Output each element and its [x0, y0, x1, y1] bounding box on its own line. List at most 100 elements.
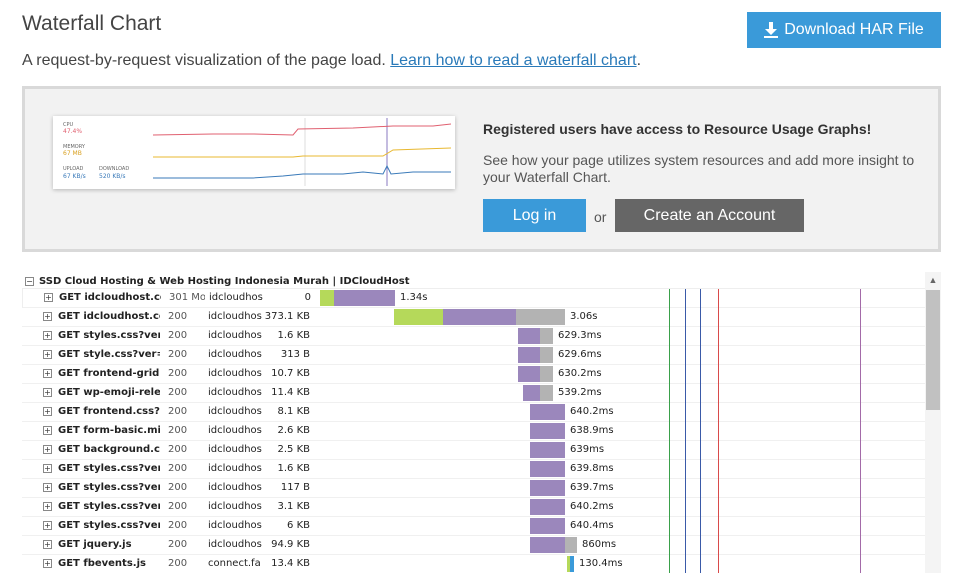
expand-row-icon[interactable]: +: [43, 559, 52, 568]
request-domain: connect.fa: [208, 558, 261, 569]
request-duration: 629.6ms: [558, 349, 602, 360]
timing-bar-receive: [540, 385, 553, 401]
timing-bar-wait: [530, 537, 565, 553]
waterfall-row[interactable]: + GET background.c: 200 idcloudhost 2.5 KB 63…: [22, 441, 925, 460]
expand-row-icon[interactable]: +: [43, 464, 52, 473]
timing-bar-wait: [523, 385, 540, 401]
response-size: 373.1 KB: [264, 311, 310, 322]
timing-bar-receive: [540, 328, 553, 344]
expand-row-icon[interactable]: +: [43, 502, 52, 511]
waterfall-row[interactable]: + GET idcloudhost.co 200 idcloudhost 373.1 K…: [22, 308, 925, 327]
request-duration: 640.4ms: [570, 520, 614, 531]
timing-bar-wait: [518, 328, 540, 344]
request-url: GET styles.css?ver: [58, 330, 160, 341]
learn-waterfall-link[interactable]: Learn how to read a waterfall chart: [390, 52, 636, 69]
timing-bar-wait: [530, 442, 565, 458]
waterfall-rows: + GET idcloudhost.co 301 Mo idcloudhost 0 1.3…: [22, 288, 925, 573]
download-har-button[interactable]: Download HAR File: [747, 12, 941, 48]
request-duration: 539.2ms: [558, 387, 602, 398]
waterfall-row[interactable]: + GET form-basic.mi 200 idcloudhost 2.6 KB 63…: [22, 422, 925, 441]
request-url: GET styles.css?ver: [58, 482, 160, 493]
expand-row-icon[interactable]: +: [43, 445, 52, 454]
dom-content-loaded-line: [685, 289, 686, 573]
response-size: 8.1 KB: [277, 406, 311, 417]
scroll-thumb[interactable]: [926, 290, 940, 410]
cpu-line: [152, 123, 452, 136]
request-domain: idcloudhost: [208, 482, 262, 493]
expand-row-icon[interactable]: +: [43, 331, 52, 340]
scroll-up-icon[interactable]: ▲: [925, 272, 941, 288]
waterfall-table: − SSD Cloud Hosting & Web Hosting Indone…: [22, 270, 941, 573]
collapse-icon[interactable]: −: [25, 276, 34, 286]
waterfall-row[interactable]: + GET wp-emoji-rele 200 idcloudhost 11.4 KB 5…: [22, 384, 925, 403]
waterfall-page-header[interactable]: − SSD Cloud Hosting & Web Hosting Indone…: [25, 273, 410, 289]
request-url: GET idcloudhost.co: [58, 311, 160, 322]
request-url: GET wp-emoji-rele: [58, 387, 160, 398]
request-url: GET frontend-grid.: [58, 368, 160, 379]
dom-interactive-line: [669, 289, 670, 573]
create-account-button[interactable]: Create an Account: [615, 199, 804, 232]
waterfall-row[interactable]: + GET frontend.css? 200 idcloudhost 8.1 KB 64…: [22, 403, 925, 422]
expand-row-icon[interactable]: +: [43, 521, 52, 530]
expand-row-icon[interactable]: +: [43, 350, 52, 359]
response-size: 2.5 KB: [277, 444, 311, 455]
request-domain: idcloudhost: [208, 349, 262, 360]
waterfall-row[interactable]: + GET idcloudhost.co 301 Mo idcloudhost 0 1.3…: [22, 289, 925, 308]
or-label: or: [594, 209, 607, 225]
download-icon: [764, 22, 779, 38]
request-domain: idcloudhost: [209, 292, 263, 303]
request-domain: idcloudhost: [208, 330, 262, 341]
expand-row-icon[interactable]: +: [43, 540, 52, 549]
status-code: 200: [168, 501, 188, 512]
waterfall-row[interactable]: + GET fbevents.js 200 connect.fa 13.4 KB 130.…: [22, 555, 925, 573]
response-size: 94.9 KB: [271, 539, 310, 550]
status-code: 200: [168, 387, 188, 398]
waterfall-row[interactable]: + GET styles.css?ver 200 idcloudhost 6 KB 640…: [22, 517, 925, 536]
request-duration: 639.7ms: [570, 482, 614, 493]
subtitle-text: A request-by-request visualization of th…: [22, 52, 386, 69]
onload-line: [700, 289, 701, 573]
expand-row-icon[interactable]: +: [43, 312, 52, 321]
waterfall-scrollbar[interactable]: ▲: [925, 272, 941, 573]
response-size: 10.7 KB: [271, 368, 310, 379]
expand-row-icon[interactable]: +: [43, 369, 52, 378]
request-domain: idcloudhost: [208, 406, 262, 417]
resource-usage-graph-preview: CPU 47.4% MEMORY 67 MB UPLOAD 67 KB/s DO…: [53, 116, 455, 189]
expand-row-icon[interactable]: +: [44, 293, 53, 302]
status-code: 200: [168, 311, 188, 322]
timing-bar-wait: [518, 366, 540, 382]
waterfall-row[interactable]: + GET style.css?ver= 200 idcloudhost 313 B 62…: [22, 346, 925, 365]
waterfall-row[interactable]: + GET styles.css?ver 200 idcloudhost 1.6 KB 6…: [22, 327, 925, 346]
status-code: 200: [168, 330, 188, 341]
timing-bar-receive: [540, 347, 553, 363]
request-url: GET frontend.css?: [58, 406, 160, 417]
usage-lines: [152, 118, 452, 186]
resource-usage-promo: CPU 47.4% MEMORY 67 MB UPLOAD 67 KB/s DO…: [22, 86, 941, 252]
response-size: 13.4 KB: [271, 558, 310, 569]
request-domain: idcloudhost: [208, 311, 262, 322]
request-duration: 1.34s: [400, 292, 428, 303]
expand-row-icon[interactable]: +: [43, 483, 52, 492]
expand-row-icon[interactable]: +: [43, 388, 52, 397]
request-domain: idcloudhost: [208, 539, 262, 550]
response-size: 1.6 KB: [277, 463, 311, 474]
waterfall-row[interactable]: + GET jquery.js 200 idcloudhost 94.9 KB 860ms: [22, 536, 925, 555]
expand-row-icon[interactable]: +: [43, 407, 52, 416]
login-button[interactable]: Log in: [483, 199, 586, 232]
promo-heading: Registered users have access to Resource…: [483, 121, 872, 137]
request-domain: idcloudhost: [208, 520, 262, 531]
request-duration: 640.2ms: [570, 406, 614, 417]
status-code: 200: [168, 520, 188, 531]
waterfall-row[interactable]: + GET frontend-grid. 200 idcloudhost 10.7 KB…: [22, 365, 925, 384]
request-duration: 638.9ms: [570, 425, 614, 436]
expand-row-icon[interactable]: +: [43, 426, 52, 435]
request-duration: 130.4ms: [579, 558, 623, 569]
waterfall-row[interactable]: + GET styles.css?ver 200 idcloudhost 117 B 63…: [22, 479, 925, 498]
request-url: GET background.c:: [58, 444, 160, 455]
page-subtitle: A request-by-request visualization of th…: [22, 52, 641, 70]
request-domain: idcloudhost: [208, 387, 262, 398]
waterfall-row[interactable]: + GET styles.css?ver 200 idcloudhost 1.6 KB 6…: [22, 460, 925, 479]
waterfall-row[interactable]: + GET styles.css?ver 200 idcloudhost 3.1 KB 6…: [22, 498, 925, 517]
status-code: 200: [168, 539, 188, 550]
request-url: GET styles.css?ver: [58, 520, 160, 531]
